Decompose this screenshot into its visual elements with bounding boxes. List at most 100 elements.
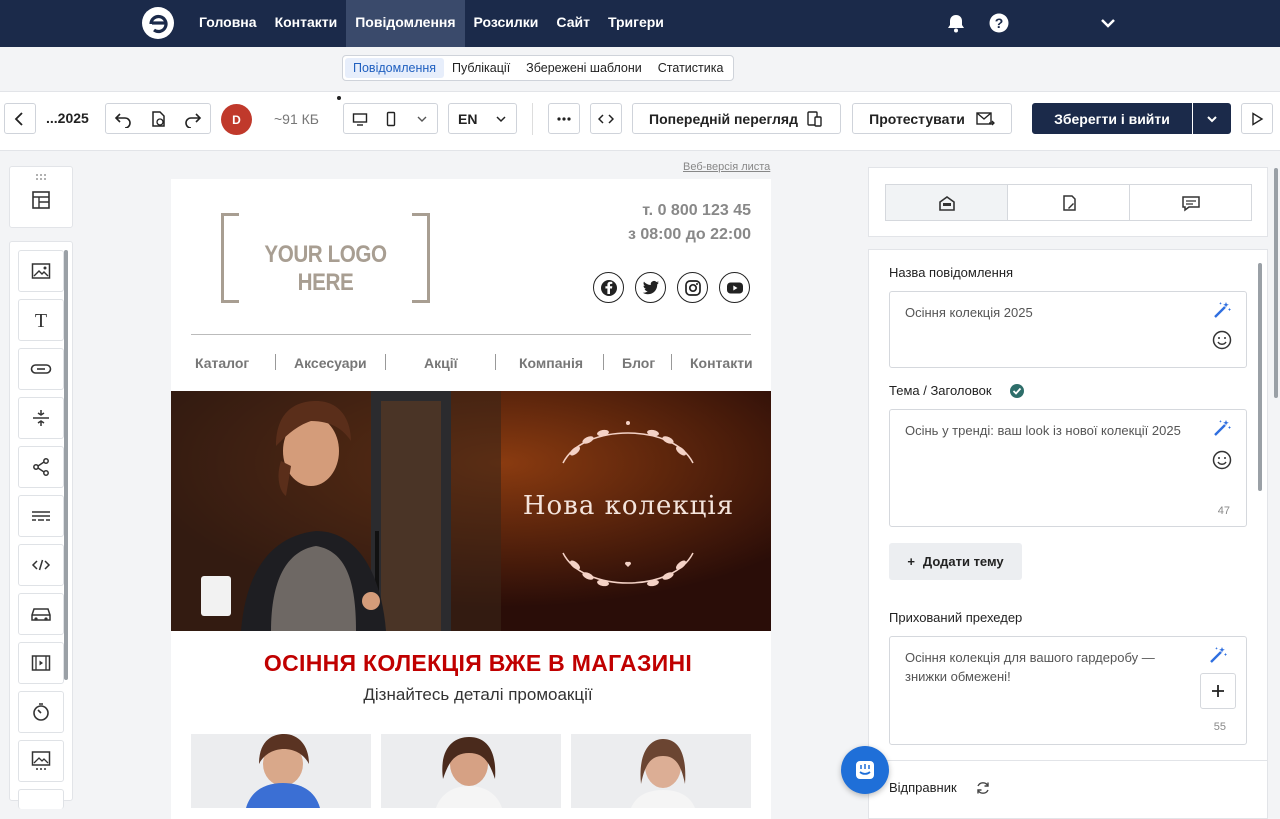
save-and-exit-button[interactable]: Зберегти і вийти <box>1032 103 1192 134</box>
chat-icon <box>856 761 874 779</box>
tab-saved-templates[interactable]: Збережені шаблони <box>518 58 650 78</box>
mobile-icon[interactable] <box>383 111 399 127</box>
undo-icon[interactable] <box>114 110 132 128</box>
message-name-field[interactable]: Осіння колекція 2025 <box>889 291 1247 368</box>
block-button[interactable] <box>18 348 64 390</box>
block-text[interactable]: T <box>18 299 64 341</box>
account-dropdown-chevron-icon[interactable] <box>1097 12 1119 34</box>
help-icon[interactable]: ? <box>988 12 1010 34</box>
product-photo-3 <box>631 739 695 808</box>
desktop-icon[interactable] <box>352 111 368 127</box>
emoji-icon[interactable] <box>1212 330 1232 350</box>
back-button[interactable] <box>4 103 36 134</box>
more-dots-icon <box>557 116 571 121</box>
block-spacer[interactable] <box>18 397 64 439</box>
document-name[interactable]: ...2025 <box>46 110 89 126</box>
youtube-icon[interactable] <box>719 272 750 303</box>
redo-icon[interactable] <box>184 110 202 128</box>
history-document-icon[interactable] <box>149 110 167 128</box>
block-gallery[interactable] <box>18 740 64 782</box>
email-nav-contacts[interactable]: Контакти <box>690 355 753 371</box>
logo-placeholder[interactable]: YOUR LOGO HERE <box>221 213 430 303</box>
tab-publications[interactable]: Публікації <box>444 58 518 78</box>
block-more[interactable] <box>18 789 64 809</box>
blocks-scrollbar[interactable] <box>64 250 68 680</box>
layout-grid-icon[interactable] <box>30 189 52 211</box>
tab-comments[interactable] <box>1130 185 1251 220</box>
subject-field[interactable]: Осінь у тренді: ваш look із нової колекц… <box>889 409 1247 527</box>
add-subject-button[interactable]: + Додати тему <box>889 543 1022 580</box>
message-name-label: Назва повідомлення <box>889 265 1014 280</box>
svg-text:T: T <box>35 310 47 330</box>
indicator-dot <box>337 96 341 100</box>
preview-button[interactable]: Попередній перегляд <box>632 103 841 134</box>
block-product[interactable] <box>18 593 64 635</box>
subject-verified-icon <box>1009 383 1025 399</box>
top-navigation: Головна Контакти Повідомлення Розсилки С… <box>0 0 1280 47</box>
product-card[interactable] <box>191 734 371 808</box>
nav-site[interactable]: Сайт <box>547 0 599 47</box>
block-html[interactable] <box>18 544 64 586</box>
contact-phone: т. 0 800 123 45 <box>642 202 751 219</box>
chevron-down-icon[interactable] <box>415 112 429 126</box>
nav-mailings[interactable]: Розсилки <box>465 0 548 47</box>
hero-banner[interactable]: Нова колекція <box>171 391 771 631</box>
product-card[interactable] <box>571 734 751 808</box>
language-select[interactable]: EN <box>448 103 517 134</box>
send-button[interactable] <box>1241 103 1273 134</box>
email-nav-blog[interactable]: Блог <box>622 355 655 371</box>
block-image[interactable] <box>18 250 64 292</box>
message-size: ~91 КБ <box>274 111 319 127</box>
save-options-dropdown[interactable] <box>1193 103 1231 134</box>
test-button[interactable]: Протестувати <box>852 103 1012 134</box>
magic-wand-icon[interactable] <box>1212 418 1232 438</box>
product-card[interactable] <box>381 734 561 808</box>
history-controls <box>105 103 211 134</box>
settings-tabs-panel <box>868 167 1268 237</box>
image-icon <box>31 263 51 279</box>
twitter-icon[interactable] <box>635 272 666 303</box>
block-social[interactable] <box>18 446 64 488</box>
language-value: EN <box>458 110 478 127</box>
add-subject-label: Додати тему <box>922 554 1004 569</box>
refresh-icon[interactable] <box>975 780 991 796</box>
envelope-send-icon <box>976 111 995 125</box>
facebook-icon[interactable] <box>593 272 624 303</box>
device-preview-switch <box>343 103 438 134</box>
instagram-icon[interactable] <box>677 272 708 303</box>
drag-handle-icon <box>36 174 46 180</box>
web-version-link[interactable]: Веб-версія листа <box>683 161 770 173</box>
email-nav-promotions[interactable]: Акції <box>424 355 458 371</box>
tag-document-icon <box>1062 194 1076 211</box>
app-logo[interactable] <box>142 7 174 39</box>
nav-home[interactable]: Головна <box>190 0 266 47</box>
nav-messages[interactable]: Повідомлення <box>346 0 465 47</box>
block-timer[interactable] <box>18 691 64 733</box>
tab-message-settings[interactable] <box>886 185 1008 220</box>
avatar[interactable]: D <box>221 104 252 135</box>
timer-icon <box>33 703 49 721</box>
tab-tags[interactable] <box>1008 185 1130 220</box>
tab-messages[interactable]: Повідомлення <box>345 58 445 78</box>
email-nav-company[interactable]: Компанія <box>519 355 583 371</box>
bell-icon[interactable] <box>945 12 967 34</box>
code-view-button[interactable] <box>590 103 622 134</box>
preheader-field[interactable]: Осіння колекція для вашого гардеробу — з… <box>889 636 1247 745</box>
nav-contacts[interactable]: Контакти <box>266 0 347 47</box>
page-scrollbar[interactable] <box>1274 168 1278 398</box>
more-options-button[interactable] <box>548 103 580 134</box>
block-video[interactable] <box>18 642 64 684</box>
chat-widget-button[interactable] <box>841 746 889 794</box>
email-nav-catalog[interactable]: Каталог <box>195 355 249 371</box>
video-icon <box>31 655 51 671</box>
magic-wand-icon[interactable] <box>1212 300 1232 320</box>
magic-wand-icon[interactable] <box>1208 645 1228 665</box>
nav-triggers[interactable]: Тригери <box>599 0 673 47</box>
settings-scrollbar[interactable] <box>1258 263 1262 491</box>
insert-variable-button[interactable] <box>1200 673 1236 709</box>
block-menu[interactable] <box>18 495 64 537</box>
emoji-icon[interactable] <box>1212 450 1232 470</box>
email-nav-accessories[interactable]: Аксесуари <box>294 355 367 371</box>
nav-separator <box>385 354 386 370</box>
tab-statistics[interactable]: Статистика <box>650 58 732 78</box>
